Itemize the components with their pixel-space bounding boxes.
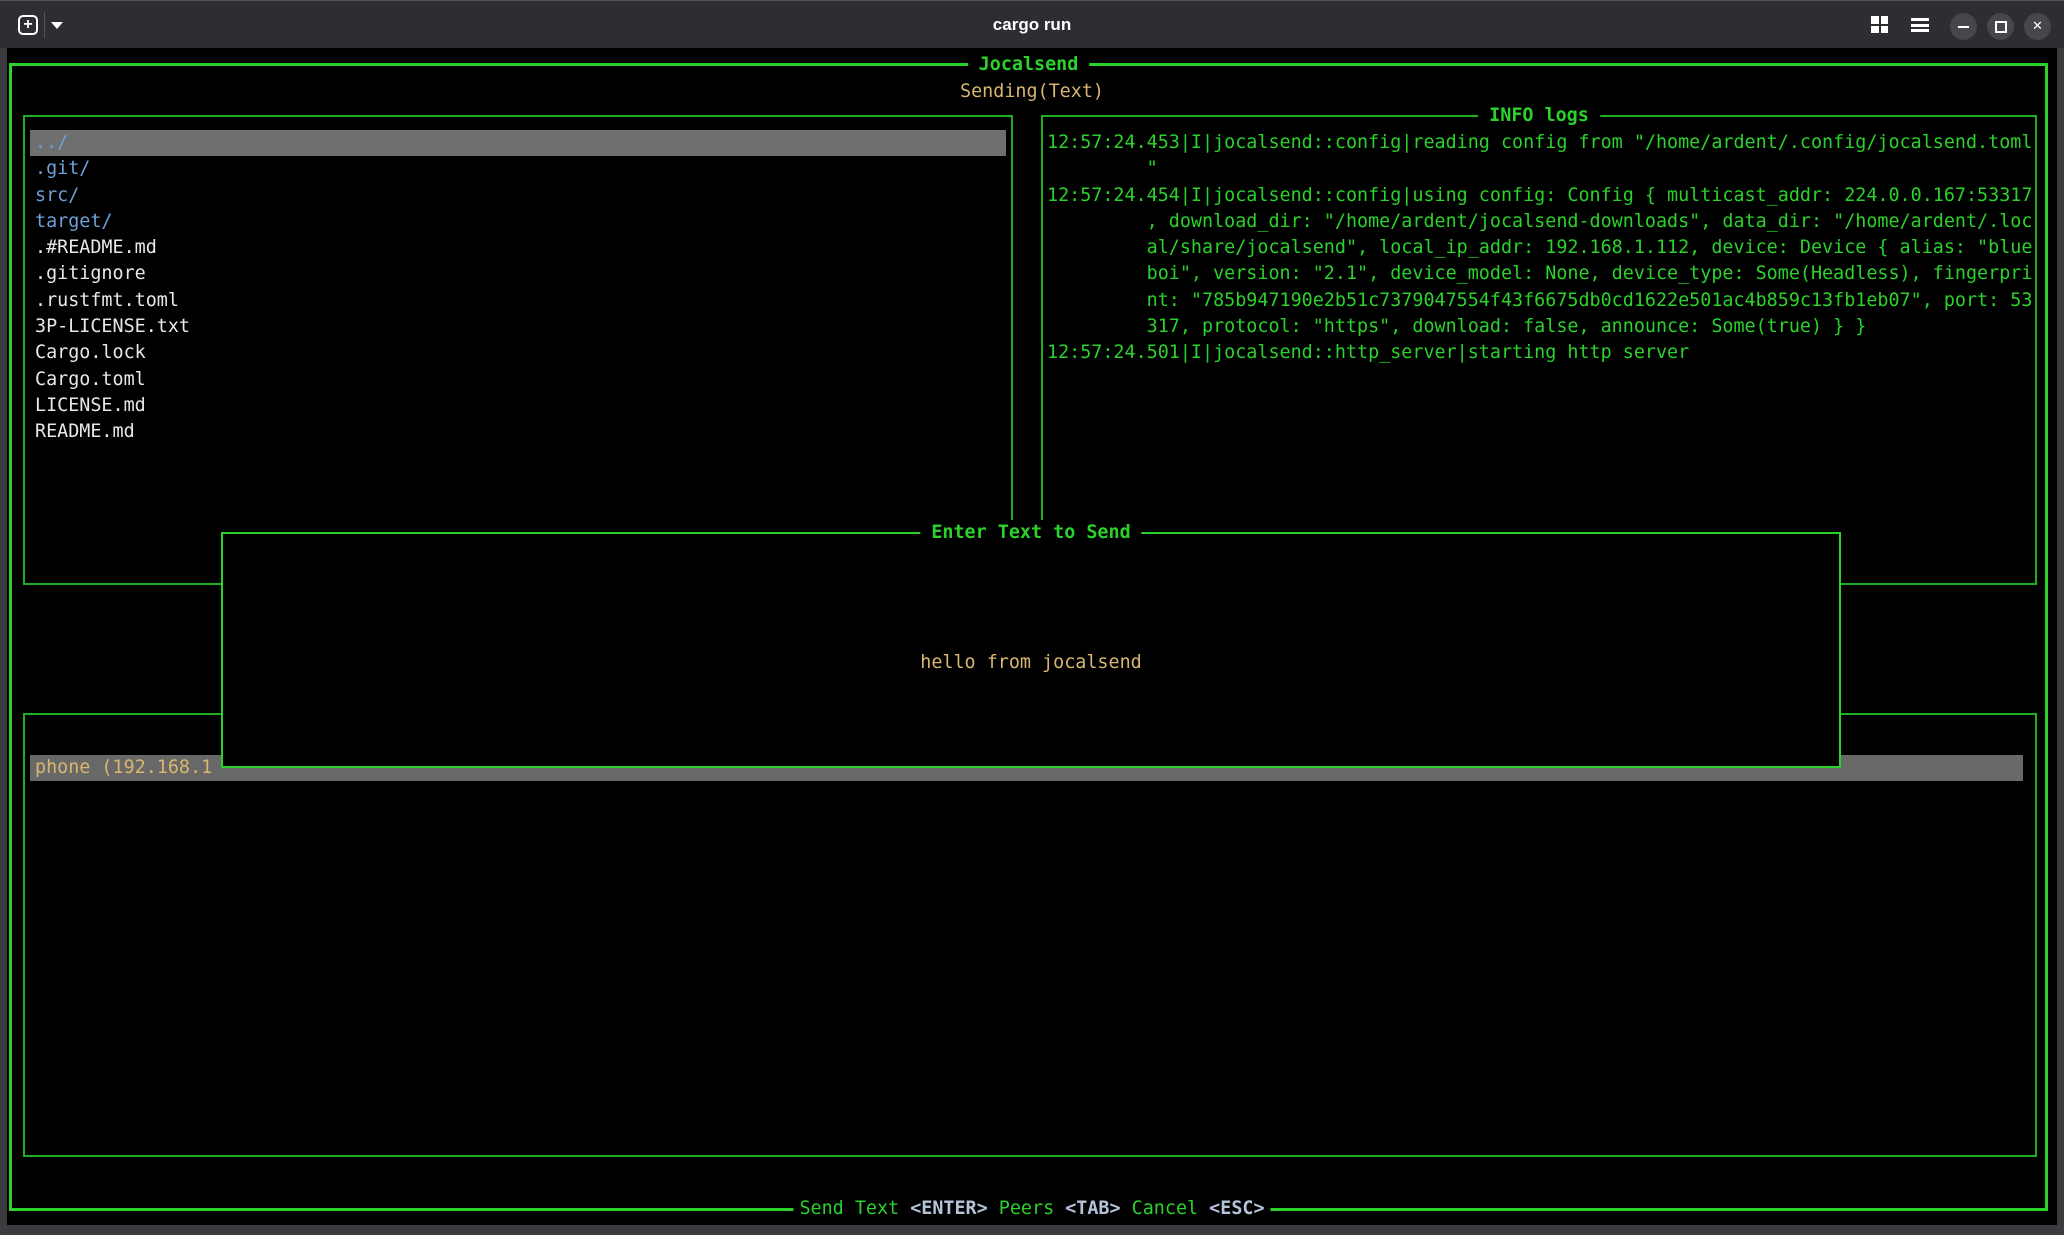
app-window: cargo run + Jocalsend Sending(Text) ../.…	[0, 0, 2064, 1235]
enter-text-modal-title: Enter Text to Send	[920, 520, 1141, 546]
close-button[interactable]	[2024, 13, 2051, 40]
hint-label: Cancel	[1121, 1198, 1210, 1219]
hint-label: Send Text	[799, 1198, 910, 1219]
hint-label: Peers	[988, 1198, 1066, 1219]
file-list-item[interactable]: .#README.md	[30, 235, 1006, 261]
file-list-item[interactable]: target/	[30, 209, 1006, 235]
info-logs-title: INFO logs	[1478, 103, 1600, 129]
plus-icon: +	[23, 17, 32, 33]
file-list-item[interactable]: ../	[30, 130, 1006, 156]
enter-text-modal[interactable]: Enter Text to Send hello from jocalsend	[221, 532, 1841, 768]
menu-icon[interactable]	[1911, 18, 1929, 32]
file-list-item[interactable]: .git/	[30, 156, 1006, 182]
window-title: cargo run	[0, 1, 2064, 49]
tiles-icon[interactable]	[1871, 16, 1888, 33]
info-logs-panel: INFO logs 12:57:24.453|I|jocalsend::conf…	[1041, 115, 2037, 585]
hint-key: <ENTER>	[910, 1198, 988, 1219]
file-list: ../.git/src/target/.#README.md.gitignore…	[27, 130, 1009, 446]
new-tab-button[interactable]: +	[18, 15, 38, 35]
keybinding-hints: Send Text <ENTER> Peers <TAB> Cancel <ES…	[793, 1196, 1270, 1222]
app-title: Jocalsend	[968, 52, 1090, 78]
file-list-item[interactable]: src/	[30, 183, 1006, 209]
window-titlebar: cargo run +	[0, 0, 2064, 48]
file-list-item[interactable]: LICENSE.md	[30, 393, 1006, 419]
file-list-item[interactable]: Cargo.toml	[30, 367, 1006, 393]
chevron-down-icon[interactable]	[48, 15, 66, 35]
hint-key: <TAB>	[1065, 1198, 1120, 1219]
file-list-item[interactable]: README.md	[30, 419, 1006, 445]
titlebar-divider	[44, 12, 45, 38]
file-list-item[interactable]: .gitignore	[30, 261, 1006, 287]
file-list-item[interactable]: Cargo.lock	[30, 340, 1006, 366]
file-list-item[interactable]: 3P-LICENSE.txt	[30, 314, 1006, 340]
log-output: 12:57:24.453|I|jocalsend::config|reading…	[1047, 130, 2033, 367]
minimize-button[interactable]	[1950, 13, 1977, 40]
file-browser-panel: ../.git/src/target/.#README.md.gitignore…	[23, 115, 1013, 585]
maximize-button[interactable]	[1987, 13, 2014, 40]
peers-panel: phone (192.168.1	[23, 713, 2037, 1157]
file-list-item[interactable]: .rustfmt.toml	[30, 288, 1006, 314]
text-to-send-input[interactable]: hello from jocalsend	[223, 650, 1839, 676]
app-status: Sending(Text)	[0, 79, 2064, 105]
hint-key: <ESC>	[1209, 1198, 1264, 1219]
